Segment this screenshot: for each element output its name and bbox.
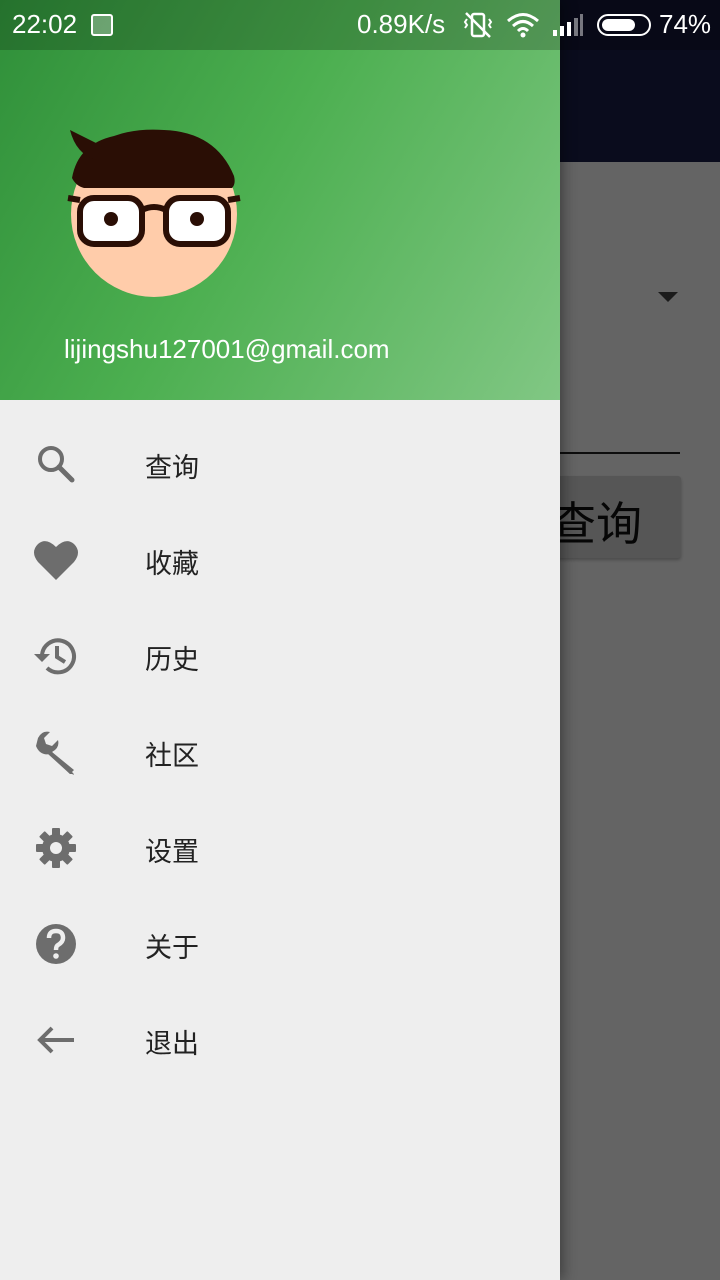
heart-icon [34,541,78,580]
drawer-header: lijingshu127001@gmail.com [0,0,560,400]
status-time: 22:02 [12,9,78,39]
menu-item-query[interactable]: 查询 [0,416,560,512]
account-email: lijingshu127001@gmail.com [64,334,390,364]
menu-item-favorites[interactable]: 收藏 [0,512,560,608]
menu-item-logout[interactable]: 退出 [0,992,560,1088]
wrench-icon [36,731,74,775]
menu-item-label: 历史 [145,645,199,676]
menu-item-about[interactable]: 关于 [0,896,560,992]
vibrate-off-icon [463,12,493,38]
battery-percent: 74% [659,9,712,39]
battery-icon [597,14,651,36]
menu-item-label: 收藏 [145,549,199,580]
search-icon [38,446,75,483]
arrow-back-icon [37,1026,74,1054]
menu-item-label: 社区 [145,741,199,772]
help-icon [36,924,76,964]
menu-item-label: 设置 [145,837,199,868]
status-bar: 22:02 0.89K/s 74% [0,0,720,50]
menu-item-history[interactable]: 历史 [0,608,560,704]
menu-item-label: 退出 [145,1029,199,1060]
drawer-menu: 查询 收藏 历史 社区 设置 关于 退出 [0,416,560,1088]
menu-item-community[interactable]: 社区 [0,704,560,800]
network-speed: 0.89K/s [357,9,446,39]
menu-item-settings[interactable]: 设置 [0,800,560,896]
history-icon [34,638,76,675]
menu-item-label: 关于 [145,933,199,964]
avatar[interactable] [66,126,242,298]
gear-icon [36,828,76,868]
notification-app-icon [91,14,113,36]
navigation-drawer: lijingshu127001@gmail.com 查询 收藏 历史 社区 设置… [0,0,560,1280]
wifi-icon [507,13,539,38]
menu-item-label: 查询 [145,453,199,484]
cell-signal-icon [553,14,583,36]
